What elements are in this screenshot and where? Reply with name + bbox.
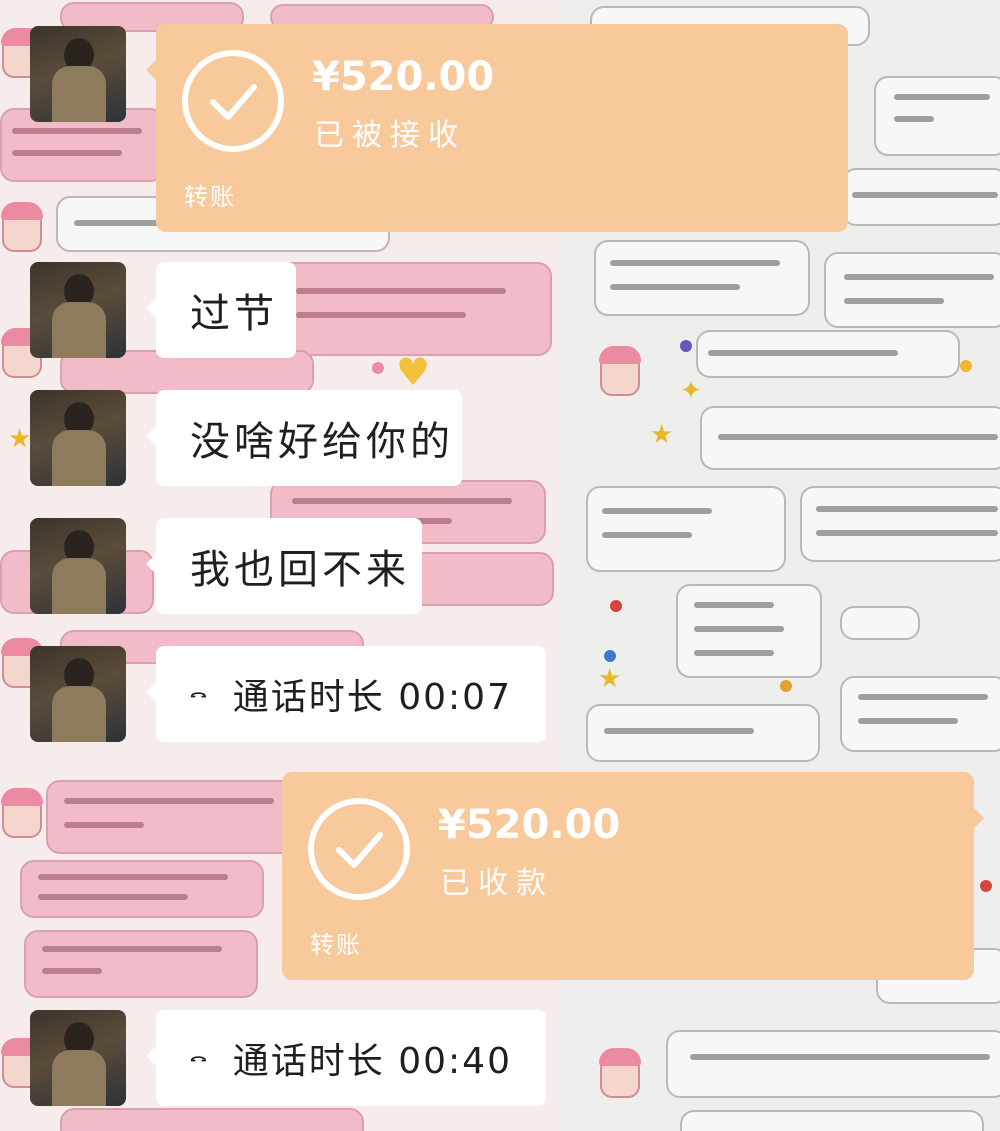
wallpaper-line: [694, 626, 784, 632]
wallpaper-dot: [780, 680, 792, 692]
sender-avatar[interactable]: [30, 262, 126, 358]
phone-hangup-icon: [190, 692, 206, 698]
transfer-amount: ¥520.00: [438, 802, 621, 848]
wallpaper-bubble: [60, 1108, 364, 1131]
transfer-amount: ¥520.00: [312, 54, 495, 100]
wallpaper-line: [604, 728, 754, 734]
text-message-bubble[interactable]: 过节: [146, 262, 296, 358]
wallpaper-line: [292, 498, 512, 504]
wallpaper-line: [694, 650, 774, 656]
sender-avatar[interactable]: [30, 1010, 126, 1106]
wallpaper-heart-sticker: ♥: [396, 350, 431, 394]
wallpaper-line: [12, 128, 142, 134]
sender-avatar[interactable]: [30, 26, 126, 122]
check-circle-icon: [308, 798, 410, 900]
wallpaper-line: [602, 532, 692, 538]
wallpaper-bubble: [874, 76, 1000, 156]
wallpaper-line: [12, 150, 122, 156]
wallpaper-line: [64, 798, 274, 804]
wallpaper-line: [610, 260, 780, 266]
transfer-card-accepted[interactable]: ¥520.00 已被接收 转账: [146, 24, 848, 232]
text-message-bubble[interactable]: 没啥好给你的: [146, 390, 462, 486]
wallpaper-line: [852, 192, 998, 198]
wallpaper-line: [610, 284, 740, 290]
wallpaper-line: [858, 694, 988, 700]
wallpaper-bubble: [840, 676, 1000, 752]
call-duration-text: 通话时长 00:07: [232, 677, 512, 718]
check-circle-icon: [182, 50, 284, 152]
wallpaper-bubble: [400, 552, 554, 606]
wallpaper-dot: [960, 360, 972, 372]
wallpaper-line: [816, 530, 998, 536]
message-text: 没啥好给你的: [190, 419, 454, 465]
transfer-status: 已被接收: [314, 118, 466, 153]
wallpaper-line: [42, 968, 102, 974]
wallpaper-line: [38, 874, 228, 880]
transfer-label: 转账: [184, 183, 236, 211]
wallpaper-line: [816, 506, 998, 512]
wallpaper-line: [718, 434, 998, 440]
call-duration-text: 通话时长 00:40: [232, 1041, 512, 1082]
wallpaper-line: [894, 94, 990, 100]
wallpaper-bubble: [270, 262, 552, 356]
wallpaper-line: [844, 298, 944, 304]
wallpaper-line: [296, 288, 506, 294]
wallpaper-star-sticker: ★: [598, 664, 622, 694]
wallpaper-bubble: [594, 240, 810, 316]
wallpaper-bubble: [840, 606, 920, 640]
wallpaper-star-sticker: ★: [650, 420, 674, 450]
wallpaper-line: [38, 894, 188, 900]
wallpaper-star-sticker: ★: [8, 424, 32, 454]
wallpaper-character: [599, 346, 641, 396]
wallpaper-dot: [604, 650, 616, 662]
sender-avatar[interactable]: [30, 518, 126, 614]
wallpaper-bubble: [586, 486, 786, 572]
transfer-status: 已收款: [440, 866, 554, 901]
wallpaper-star-sticker: ✦: [680, 376, 702, 406]
message-text: 我也回不来: [190, 547, 410, 593]
wallpaper-line: [844, 274, 994, 280]
wallpaper-dot: [372, 362, 384, 374]
phone-hangup-icon: [190, 1056, 206, 1062]
call-record-bubble[interactable]: 通话时长 00:07: [146, 646, 546, 742]
sender-avatar[interactable]: [30, 390, 126, 486]
wallpaper-dot: [680, 340, 692, 352]
wallpaper-line: [690, 1054, 990, 1060]
transfer-label: 转账: [310, 931, 362, 959]
wallpaper-bubble: [680, 1110, 984, 1131]
wallpaper-bubble: [824, 252, 1000, 328]
text-message-bubble[interactable]: 我也回不来: [146, 518, 422, 614]
wallpaper-line: [602, 508, 712, 514]
wallpaper-line: [858, 718, 958, 724]
wallpaper-dot: [980, 880, 992, 892]
wallpaper-line: [694, 602, 774, 608]
wallpaper-character: [599, 1048, 641, 1098]
message-text: 过节: [190, 291, 278, 337]
wallpaper-line: [296, 312, 466, 318]
wallpaper-line: [42, 946, 222, 952]
wallpaper-bubble: [20, 860, 264, 918]
wallpaper-bubble: [666, 1030, 1000, 1098]
wallpaper-character: [1, 788, 43, 838]
call-record-bubble[interactable]: 通话时长 00:40: [146, 1010, 546, 1106]
wallpaper-dot: [610, 600, 622, 612]
wallpaper-bubble: [46, 780, 300, 854]
wallpaper-character: [1, 202, 43, 252]
wallpaper-line: [708, 350, 898, 356]
wallpaper-bubble: [800, 486, 1000, 562]
sender-avatar[interactable]: [30, 646, 126, 742]
wallpaper-bubble: [24, 930, 258, 998]
wallpaper-line: [64, 822, 144, 828]
wallpaper-line: [894, 116, 934, 122]
transfer-card-received[interactable]: ¥520.00 已收款 转账: [282, 772, 984, 980]
